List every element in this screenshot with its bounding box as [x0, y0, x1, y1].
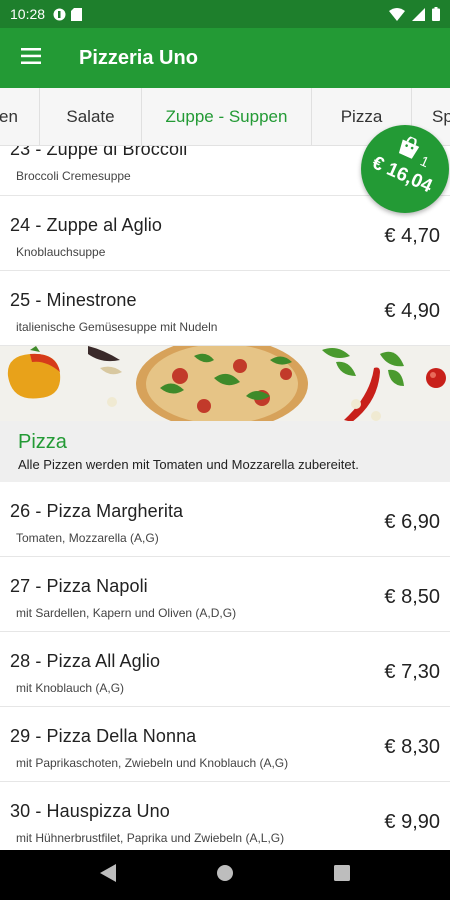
- bag-icon: [393, 133, 423, 165]
- tab-label: Salate: [66, 107, 115, 126]
- item-description: mit Hühnerbrustfilet, Paprika und Zwiebe…: [16, 831, 285, 845]
- tab-zuppe-suppen[interactable]: Zuppe - Suppen: [142, 88, 312, 145]
- section-title: Pizza: [18, 431, 67, 453]
- app-bar: Pizzeria Uno: [0, 28, 450, 88]
- menu-item[interactable]: 30 - Hauspizza Uno mit Hühnerbrustfilet,…: [0, 782, 450, 850]
- cart-button[interactable]: 1 € 16,04: [361, 125, 449, 213]
- item-description: italienische Gemüsesuppe mit Nudeln: [16, 320, 218, 334]
- menu-item[interactable]: 28 - Pizza All Aglio mit Knoblauch (A,G)…: [0, 632, 450, 707]
- item-name: 24 - Zuppe al Aglio: [10, 215, 162, 235]
- tab-salate[interactable]: Salate: [40, 88, 142, 145]
- tab-partial-left[interactable]: en: [0, 88, 40, 145]
- wifi-icon: [389, 7, 405, 24]
- item-price: € 7,30: [384, 661, 440, 683]
- cart-count: 1: [417, 152, 432, 171]
- item-description: mit Sardellen, Kapern und Oliven (A,D,G): [16, 606, 237, 620]
- status-time: 10:28: [10, 6, 46, 22]
- item-price: € 9,90: [384, 811, 440, 833]
- item-name: 23 - Zuppe di Broccoli: [10, 146, 188, 159]
- tab-label: Zuppe - Suppen: [165, 107, 288, 126]
- item-name: 25 - Minestrone: [10, 290, 137, 310]
- section-subtitle: Alle Pizzen werden mit Tomaten und Mozza…: [18, 457, 359, 472]
- recents-icon[interactable]: [334, 864, 350, 886]
- back-icon[interactable]: [100, 863, 116, 887]
- menu-item[interactable]: 25 - Minestrone italienische Gemüsesuppe…: [0, 271, 450, 346]
- sim-icon: [71, 8, 83, 21]
- app-notification-icon: [53, 8, 66, 21]
- item-price: € 8,50: [384, 586, 440, 608]
- menu-icon: [21, 47, 41, 69]
- home-icon[interactable]: [216, 864, 234, 887]
- item-price: € 4,90: [384, 300, 440, 322]
- signal-icon: [412, 7, 425, 24]
- item-name: 29 - Pizza Della Nonna: [10, 726, 197, 746]
- item-name: 30 - Hauspizza Uno: [10, 801, 170, 821]
- item-description: mit Knoblauch (A,G): [16, 681, 125, 695]
- menu-item[interactable]: 29 - Pizza Della Nonna mit Paprikaschote…: [0, 707, 450, 782]
- item-price: € 4,70: [384, 225, 440, 247]
- app-title: Pizzeria Uno: [79, 46, 198, 69]
- tab-label: Sp: [432, 107, 450, 126]
- item-description: mit Paprikaschoten, Zwiebeln und Knoblau…: [16, 756, 289, 770]
- item-price: € 6,90: [384, 511, 440, 533]
- item-price: € 8,30: [384, 736, 440, 758]
- item-name: 27 - Pizza Napoli: [10, 576, 148, 596]
- item-description: Broccoli Cremesuppe: [16, 169, 131, 183]
- menu-button[interactable]: [0, 28, 62, 88]
- menu-list: 23 - Zuppe di Broccoli Broccoli Cremesup…: [0, 146, 450, 850]
- menu-item[interactable]: 27 - Pizza Napoli mit Sardellen, Kapern …: [0, 557, 450, 632]
- item-name: 28 - Pizza All Aglio: [10, 651, 161, 671]
- navigation-bar: [0, 850, 450, 900]
- menu-item[interactable]: 26 - Pizza Margherita Tomaten, Mozzarell…: [0, 482, 450, 557]
- battery-icon: [432, 7, 440, 24]
- item-name: 26 - Pizza Margherita: [10, 501, 184, 521]
- tab-label: en: [0, 107, 18, 126]
- status-bar: 10:28: [0, 0, 450, 28]
- section-header-pizza: Pizza Alle Pizzen werden mit Tomaten und…: [0, 421, 450, 482]
- pizza-banner-image: [0, 346, 450, 421]
- item-description: Knoblauchsuppe: [16, 245, 106, 259]
- item-description: Tomaten, Mozzarella (A,G): [16, 531, 159, 545]
